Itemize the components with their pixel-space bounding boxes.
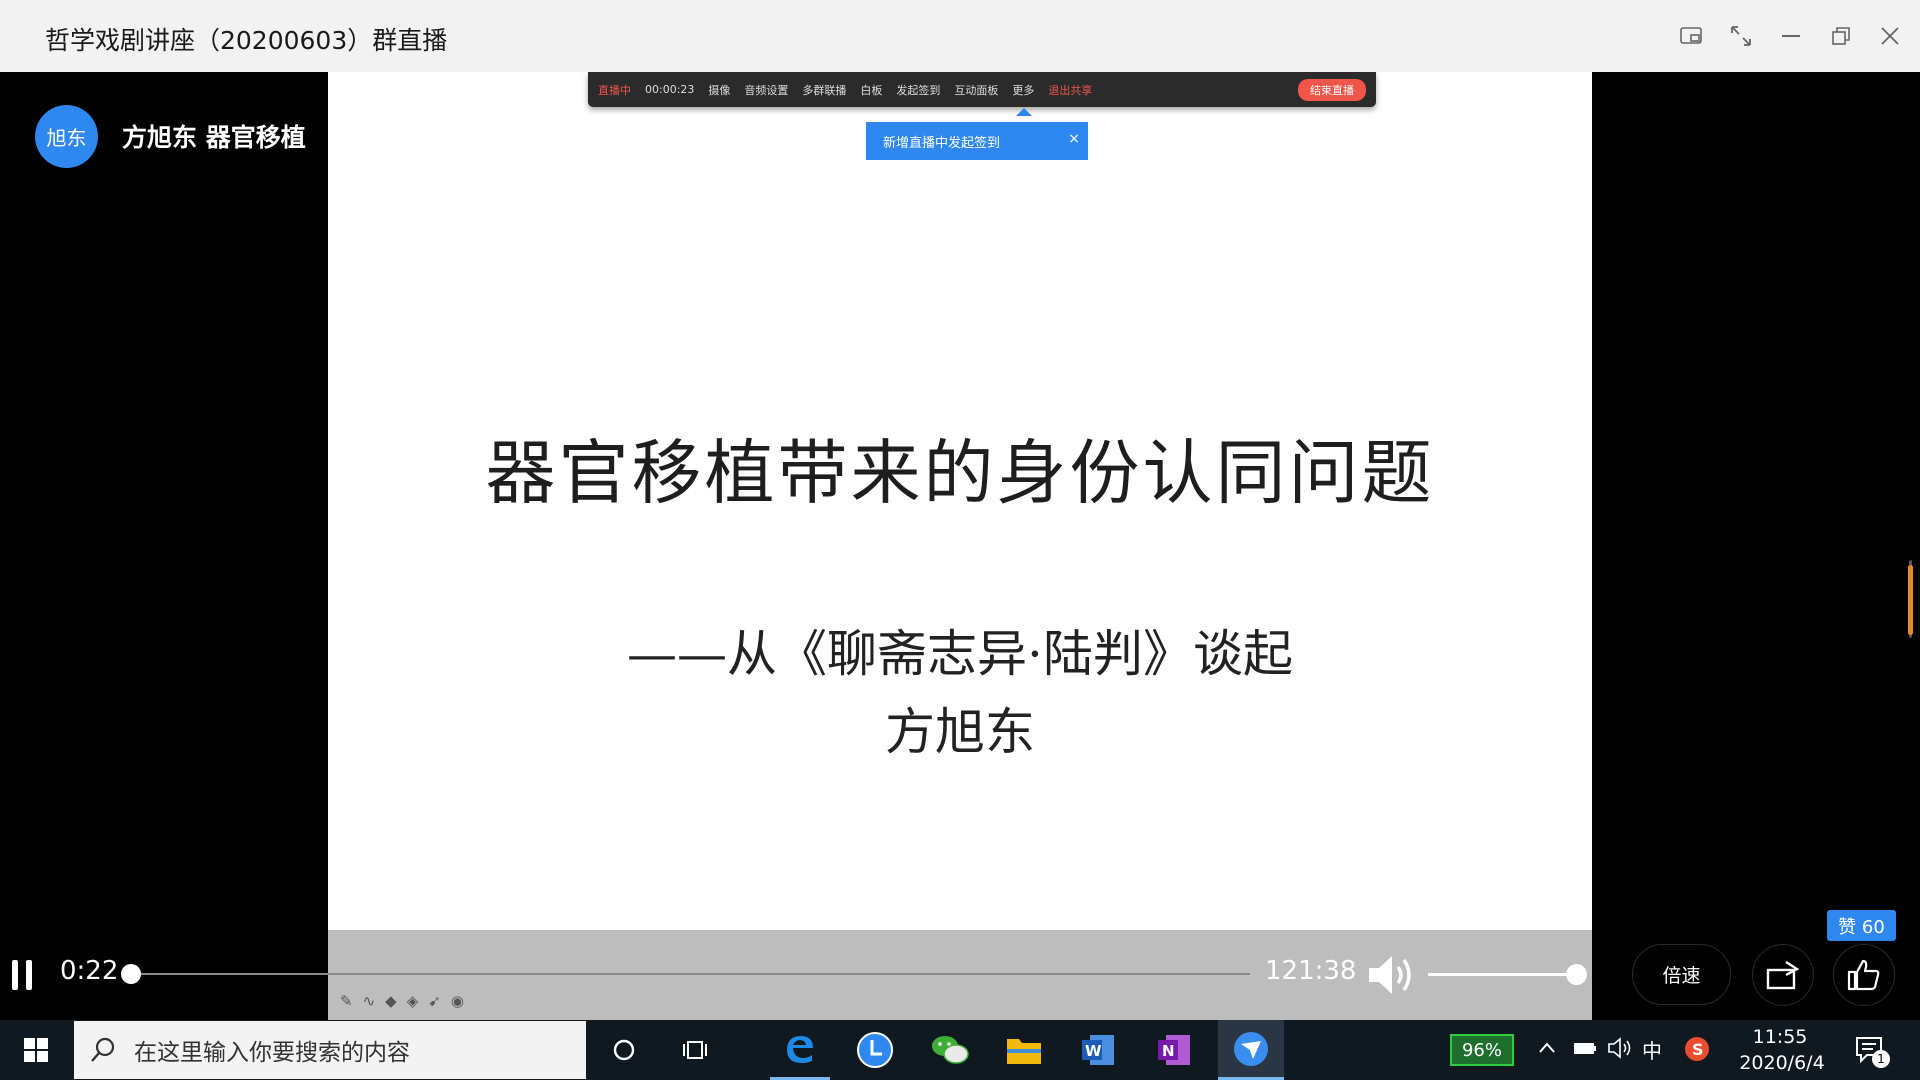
pause-icon[interactable] [12,960,34,990]
window-title: 哲学戏剧讲座（20200603）群直播 [45,26,448,55]
cortana-icon[interactable] [594,1020,654,1080]
avatar: 旭东 [35,105,98,168]
word-icon[interactable]: W [1068,1020,1128,1080]
shape-icon: ◆ [385,992,397,1010]
pointer-icon: ➹ [428,992,441,1010]
volume-knob[interactable] [1566,964,1587,985]
ime-indicator[interactable]: 中 [1642,1035,1662,1064]
exit-share-item: 退出共享 [1048,83,1093,97]
close-icon[interactable] [1872,18,1908,54]
task-view-icon[interactable] [666,1020,726,1080]
minimize-icon[interactable] [1773,18,1809,54]
clock-date[interactable]: 2020/6/4 [1732,1052,1832,1074]
like-count-badge: 赞 60 [1827,910,1896,941]
multi-group-item: 多群联播 [802,83,847,97]
progress-knob[interactable] [121,964,141,984]
like-button[interactable] [1833,944,1895,1006]
file-explorer-icon[interactable] [994,1020,1054,1080]
side-scrollbar[interactable] [1908,565,1913,635]
slide-author: 方旭东 [885,703,1035,761]
svg-text:S: S [1692,1040,1704,1059]
taskbar: 在这里输入你要搜索的内容 W N 96% 中 S 11:55 2020/6/4 [0,1020,1920,1080]
pip-icon[interactable] [1673,18,1709,54]
total-time: 121:38 [1265,956,1357,986]
interaction-panel-item: 互动面板 [954,83,999,97]
feishu-icon[interactable] [1218,1020,1284,1080]
more-item: 更多 [1012,83,1035,97]
share-button[interactable] [1752,944,1814,1006]
svg-text:W: W [1085,1042,1102,1060]
record-icon: ◉ [450,992,464,1010]
end-live-button: 结束直播 [1298,78,1366,101]
battery-indicator: 96% [1450,1034,1514,1066]
slide-subtitle: ——从《聊斋志异·陆判》谈起 [627,625,1293,683]
taskbar-search[interactable]: 在这里输入你要搜索的内容 [74,1021,586,1079]
audio-settings-item: 音频设置 [744,83,789,97]
pen-icon: ✎ [340,992,353,1010]
progress-bar[interactable] [130,973,1250,975]
search-icon [91,1037,115,1062]
onenote-icon[interactable]: N [1144,1020,1204,1080]
volume-slider[interactable] [1428,973,1578,976]
speed-button[interactable]: 倍速 [1632,944,1731,1005]
slide-video[interactable]: 直播中 00:00:23 摄像 音频设置 多群联播 白板 发起签到 互动面板 更… [328,72,1592,930]
clock-app-icon[interactable] [845,1020,905,1080]
whiteboard-item: 白板 [860,83,883,97]
thumbs-up-icon [1847,959,1880,991]
camera-item: 摄像 [708,83,731,97]
notice-close-icon: × [1068,131,1080,147]
chevron-up-icon[interactable] [1537,1036,1557,1060]
share-icon [1766,960,1800,990]
live-indicator: 直播中 [598,83,631,97]
edge-icon[interactable] [770,1020,830,1080]
volume-icon[interactable] [1365,950,1415,1000]
windows-logo-icon[interactable] [0,1020,72,1080]
search-placeholder: 在这里输入你要搜索的内容 [134,1040,410,1066]
clock-time[interactable]: 11:55 [1745,1026,1815,1048]
wechat-icon[interactable] [920,1020,980,1080]
eraser-icon: ◈ [406,992,419,1010]
checkin-item: 发起签到 [896,83,941,97]
notification-icon[interactable]: 1 [1855,1035,1891,1068]
svg-text:N: N [1162,1042,1175,1060]
live-timer: 00:00:23 [645,83,695,96]
current-time: 0:22 [60,956,119,986]
title-bar: 哲学戏剧讲座（20200603）群直播 [0,0,1920,72]
notice-text: 新增直播中发起签到 [883,136,1001,151]
fullscreen-icon[interactable] [1723,18,1759,54]
battery-tray-icon[interactable] [1573,1036,1597,1060]
recording-toolbar: 直播中 00:00:23 摄像 音频设置 多群联播 白板 发起签到 互动面板 更… [588,72,1376,107]
notice-pointer [1016,108,1032,116]
curve-icon: ∿ [362,992,376,1010]
notice-popup: 新增直播中发起签到 × [866,122,1088,160]
speaker-icon[interactable] [1607,1036,1633,1060]
slide-title: 器官移植带来的身份认同问题 [485,432,1435,514]
annotation-tools: ✎ ∿ ◆ ◈ ➹ ◉ [340,992,464,1010]
sogou-icon[interactable]: S [1684,1036,1710,1062]
channel-name: 方旭东 器官移植 [122,123,306,152]
restore-icon[interactable] [1823,18,1859,54]
notification-count: 1 [1872,1050,1890,1068]
